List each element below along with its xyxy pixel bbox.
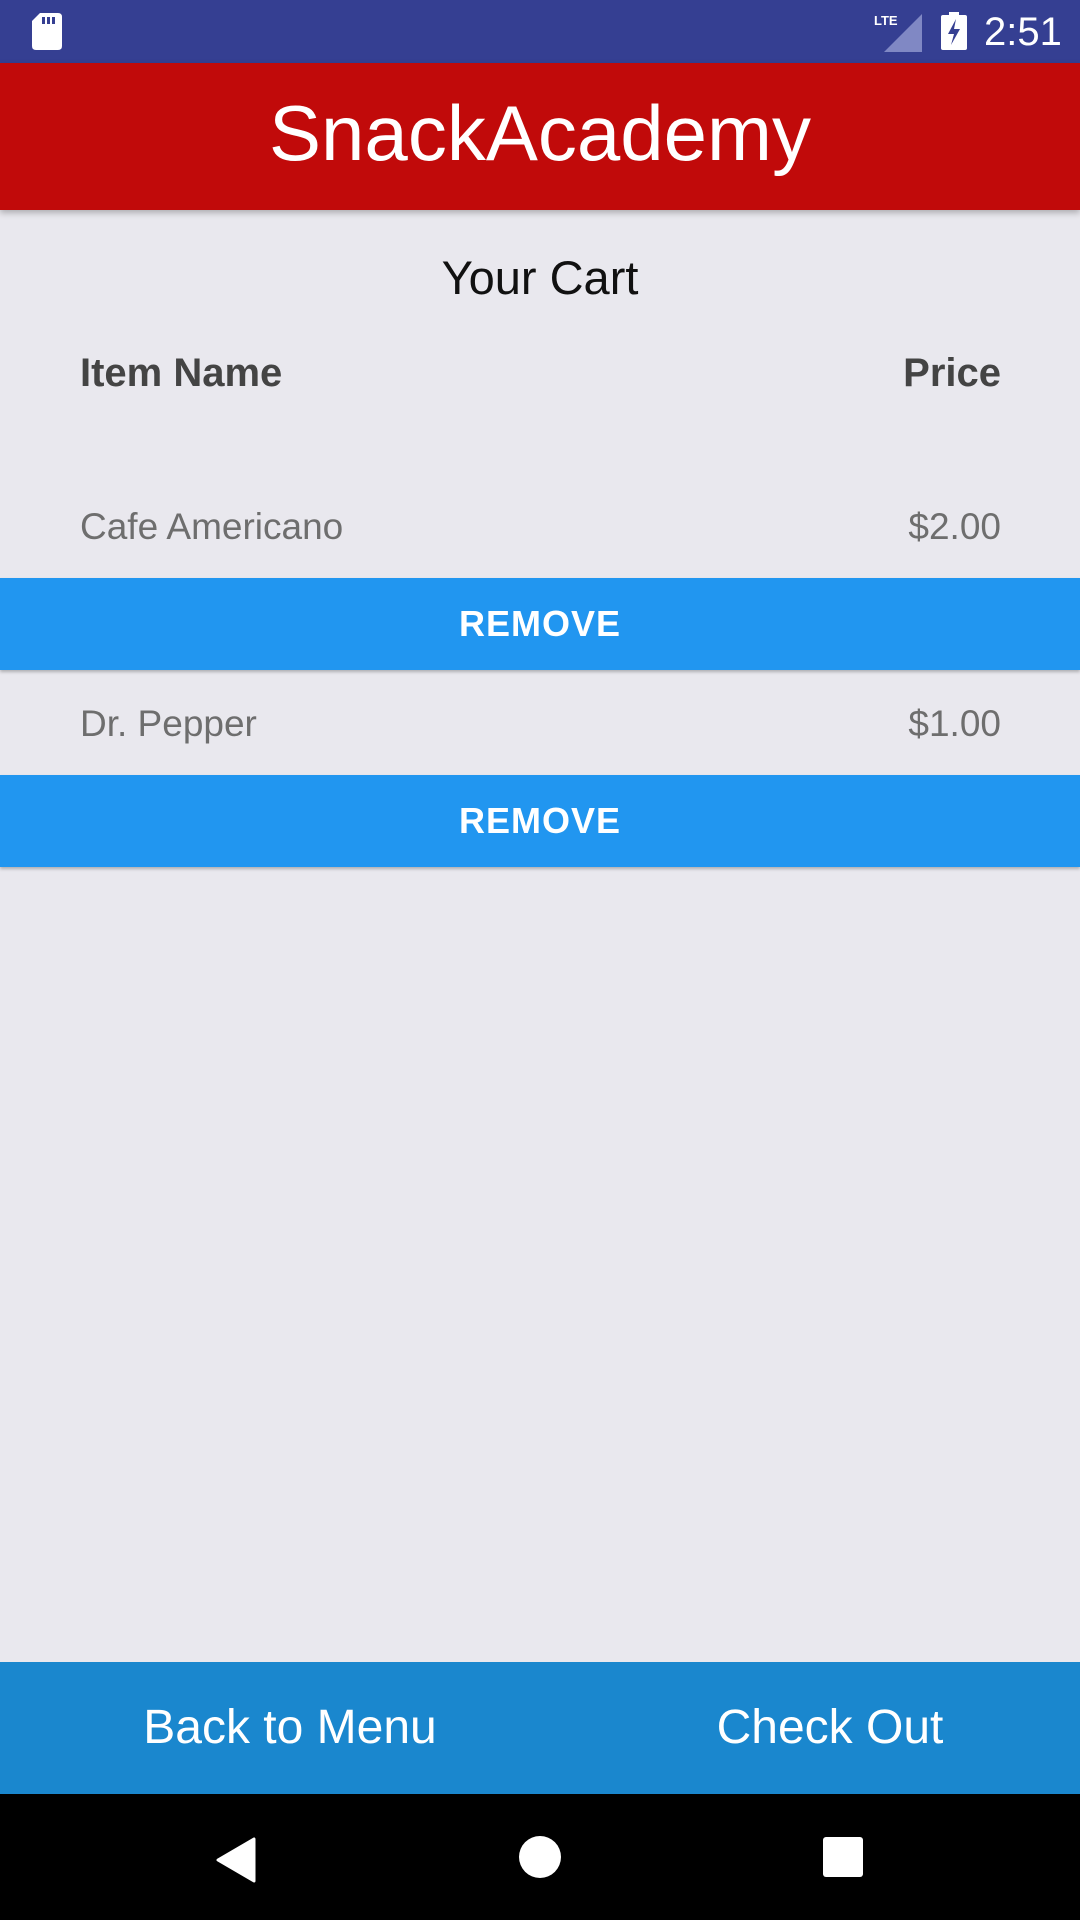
- column-header-item-name: Item Name: [80, 351, 283, 395]
- app-title: SnackAcademy: [269, 89, 811, 177]
- remove-item-button[interactable]: REMOVE: [0, 775, 1080, 867]
- status-clock: 2:51: [984, 10, 1062, 54]
- status-bar: LTE 2:51: [0, 0, 1080, 63]
- back-triangle-icon[interactable]: [216, 1837, 256, 1883]
- battery-charging-icon: [941, 12, 967, 50]
- remove-item-button[interactable]: REMOVE: [0, 578, 1080, 670]
- sd-card-icon: [32, 13, 62, 50]
- cart-item-price: $1.00: [908, 703, 1001, 744]
- recents-square-icon[interactable]: [823, 1837, 863, 1877]
- bottom-action-bar: Back to Menu Check Out: [0, 1662, 1080, 1794]
- app-bar: SnackAcademy: [0, 63, 1080, 210]
- back-to-menu-button[interactable]: Back to Menu: [0, 1662, 580, 1794]
- check-out-button[interactable]: Check Out: [580, 1662, 1080, 1794]
- lte-signal-icon: LTE: [874, 13, 922, 52]
- cart-item-price: $2.00: [908, 506, 1001, 547]
- cart-item-name: Dr. Pepper: [80, 703, 257, 744]
- column-header-price: Price: [903, 351, 1001, 395]
- cart-title: Your Cart: [441, 251, 639, 304]
- home-circle-icon[interactable]: [519, 1836, 561, 1878]
- svg-text:LTE: LTE: [874, 13, 898, 28]
- cart-item-name: Cafe Americano: [80, 506, 344, 547]
